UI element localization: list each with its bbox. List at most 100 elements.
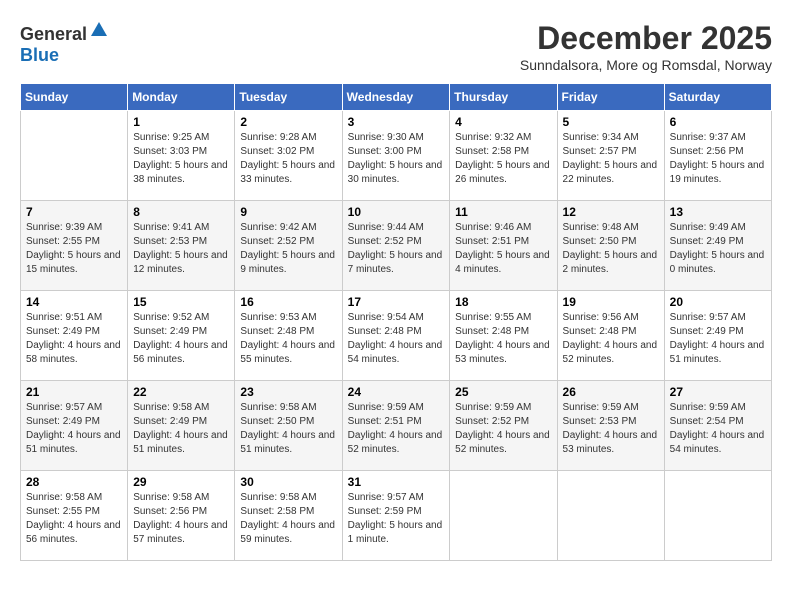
day-info: Sunrise: 9:57 AM Sunset: 2:49 PM Dayligh… — [26, 401, 122, 457]
day-info: Sunrise: 9:57 AM Sunset: 2:49 PM Dayligh… — [670, 311, 766, 367]
day-info: Sunrise: 9:59 AM Sunset: 2:54 PM Dayligh… — [670, 401, 766, 457]
day-info: Sunrise: 9:44 AM Sunset: 2:52 PM Dayligh… — [348, 221, 445, 277]
calendar-cell: 1 Sunrise: 9:25 AM Sunset: 3:03 PM Daylig… — [128, 111, 235, 201]
calendar-cell: 30 Sunrise: 9:58 AM Sunset: 2:58 PM Dayli… — [235, 471, 342, 561]
day-number: 2 — [240, 115, 336, 129]
calendar-cell: 7Sunrise: 9:39 AM Sunset: 2:55 PM Daylig… — [21, 201, 128, 291]
day-number: 22 — [133, 385, 229, 399]
calendar-cell — [664, 471, 771, 561]
day-number: 23 — [240, 385, 336, 399]
calendar-cell: 19 Sunrise: 9:56 AM Sunset: 2:48 PM Dayli… — [557, 291, 664, 381]
day-info: Sunrise: 9:51 AM Sunset: 2:49 PM Dayligh… — [26, 311, 122, 367]
calendar-cell: 9 Sunrise: 9:42 AM Sunset: 2:52 PM Daylig… — [235, 201, 342, 291]
day-number: 17 — [348, 295, 445, 309]
calendar-cell: 6Sunrise: 9:37 AM Sunset: 2:56 PM Daylig… — [664, 111, 771, 201]
weekday-header-monday: Monday — [128, 84, 235, 111]
calendar-cell: 15 Sunrise: 9:52 AM Sunset: 2:49 PM Dayli… — [128, 291, 235, 381]
day-number: 20 — [670, 295, 766, 309]
calendar-cell: 12Sunrise: 9:48 AM Sunset: 2:50 PM Dayli… — [557, 201, 664, 291]
week-row-2: 7Sunrise: 9:39 AM Sunset: 2:55 PM Daylig… — [21, 201, 772, 291]
day-number: 18 — [455, 295, 551, 309]
calendar-cell — [21, 111, 128, 201]
week-row-5: 28Sunrise: 9:58 AM Sunset: 2:55 PM Dayli… — [21, 471, 772, 561]
day-number: 1 — [133, 115, 229, 129]
day-number: 27 — [670, 385, 766, 399]
day-info: Sunrise: 9:57 AM Sunset: 2:59 PM Dayligh… — [348, 491, 445, 547]
calendar-cell: 3 Sunrise: 9:30 AM Sunset: 3:00 PM Daylig… — [342, 111, 450, 201]
week-row-3: 14Sunrise: 9:51 AM Sunset: 2:49 PM Dayli… — [21, 291, 772, 381]
calendar-cell: 25Sunrise: 9:59 AM Sunset: 2:52 PM Dayli… — [450, 381, 557, 471]
day-number: 8 — [133, 205, 229, 219]
day-number: 30 — [240, 475, 336, 489]
calendar-cell: 2 Sunrise: 9:28 AM Sunset: 3:02 PM Daylig… — [235, 111, 342, 201]
day-info: Sunrise: 9:25 AM Sunset: 3:03 PM Dayligh… — [133, 131, 229, 187]
calendar-cell: 10Sunrise: 9:44 AM Sunset: 2:52 PM Dayli… — [342, 201, 450, 291]
title-area: December 2025 Sunndalsora, More og Romsd… — [520, 20, 772, 73]
day-number: 3 — [348, 115, 445, 129]
day-info: Sunrise: 9:59 AM Sunset: 2:52 PM Dayligh… — [455, 401, 551, 457]
day-number: 31 — [348, 475, 445, 489]
day-number: 24 — [348, 385, 445, 399]
day-info: Sunrise: 9:42 AM Sunset: 2:52 PM Dayligh… — [240, 221, 336, 277]
calendar-cell: 13 Sunrise: 9:49 AM Sunset: 2:49 PM Dayli… — [664, 201, 771, 291]
day-number: 26 — [563, 385, 659, 399]
calendar-cell: 8 Sunrise: 9:41 AM Sunset: 2:53 PM Daylig… — [128, 201, 235, 291]
header: General Blue December 2025 Sunndalsora, … — [20, 20, 772, 73]
day-number: 13 — [670, 205, 766, 219]
day-info: Sunrise: 9:49 AM Sunset: 2:49 PM Dayligh… — [670, 221, 766, 277]
day-number: 12 — [563, 205, 659, 219]
day-info: Sunrise: 9:59 AM Sunset: 2:53 PM Dayligh… — [563, 401, 659, 457]
month-title: December 2025 — [520, 20, 772, 57]
calendar-cell: 23 Sunrise: 9:58 AM Sunset: 2:50 PM Dayli… — [235, 381, 342, 471]
day-info: Sunrise: 9:30 AM Sunset: 3:00 PM Dayligh… — [348, 131, 445, 187]
calendar-cell: 27 Sunrise: 9:59 AM Sunset: 2:54 PM Dayli… — [664, 381, 771, 471]
day-number: 9 — [240, 205, 336, 219]
day-info: Sunrise: 9:59 AM Sunset: 2:51 PM Dayligh… — [348, 401, 445, 457]
day-number: 29 — [133, 475, 229, 489]
day-info: Sunrise: 9:53 AM Sunset: 2:48 PM Dayligh… — [240, 311, 336, 367]
calendar-cell: 20 Sunrise: 9:57 AM Sunset: 2:49 PM Dayli… — [664, 291, 771, 381]
calendar-table: SundayMondayTuesdayWednesdayThursdayFrid… — [20, 83, 772, 561]
calendar-cell: 5Sunrise: 9:34 AM Sunset: 2:57 PM Daylig… — [557, 111, 664, 201]
day-info: Sunrise: 9:46 AM Sunset: 2:51 PM Dayligh… — [455, 221, 551, 277]
calendar-cell: 17 Sunrise: 9:54 AM Sunset: 2:48 PM Dayli… — [342, 291, 450, 381]
logo-general: General — [20, 24, 87, 44]
location-title: Sunndalsora, More og Romsdal, Norway — [520, 57, 772, 73]
calendar-cell — [450, 471, 557, 561]
day-info: Sunrise: 9:52 AM Sunset: 2:49 PM Dayligh… — [133, 311, 229, 367]
calendar-cell: 4 Sunrise: 9:32 AM Sunset: 2:58 PM Daylig… — [450, 111, 557, 201]
weekday-header-friday: Friday — [557, 84, 664, 111]
day-info: Sunrise: 9:54 AM Sunset: 2:48 PM Dayligh… — [348, 311, 445, 367]
calendar-cell: 21Sunrise: 9:57 AM Sunset: 2:49 PM Dayli… — [21, 381, 128, 471]
calendar-cell — [557, 471, 664, 561]
day-info: Sunrise: 9:28 AM Sunset: 3:02 PM Dayligh… — [240, 131, 336, 187]
weekday-header-thursday: Thursday — [450, 84, 557, 111]
day-info: Sunrise: 9:58 AM Sunset: 2:50 PM Dayligh… — [240, 401, 336, 457]
day-number: 19 — [563, 295, 659, 309]
calendar-cell: 28Sunrise: 9:58 AM Sunset: 2:55 PM Dayli… — [21, 471, 128, 561]
calendar-cell: 11 Sunrise: 9:46 AM Sunset: 2:51 PM Dayli… — [450, 201, 557, 291]
day-info: Sunrise: 9:58 AM Sunset: 2:58 PM Dayligh… — [240, 491, 336, 547]
day-info: Sunrise: 9:56 AM Sunset: 2:48 PM Dayligh… — [563, 311, 659, 367]
day-info: Sunrise: 9:41 AM Sunset: 2:53 PM Dayligh… — [133, 221, 229, 277]
day-number: 15 — [133, 295, 229, 309]
calendar-cell: 16 Sunrise: 9:53 AM Sunset: 2:48 PM Dayli… — [235, 291, 342, 381]
day-info: Sunrise: 9:32 AM Sunset: 2:58 PM Dayligh… — [455, 131, 551, 187]
day-info: Sunrise: 9:34 AM Sunset: 2:57 PM Dayligh… — [563, 131, 659, 187]
calendar-cell: 22Sunrise: 9:58 AM Sunset: 2:49 PM Dayli… — [128, 381, 235, 471]
weekday-header-tuesday: Tuesday — [235, 84, 342, 111]
day-number: 4 — [455, 115, 551, 129]
weekday-header-row: SundayMondayTuesdayWednesdayThursdayFrid… — [21, 84, 772, 111]
weekday-header-sunday: Sunday — [21, 84, 128, 111]
day-number: 16 — [240, 295, 336, 309]
day-number: 7 — [26, 205, 122, 219]
day-info: Sunrise: 9:55 AM Sunset: 2:48 PM Dayligh… — [455, 311, 551, 367]
calendar-cell: 18 Sunrise: 9:55 AM Sunset: 2:48 PM Dayli… — [450, 291, 557, 381]
day-number: 28 — [26, 475, 122, 489]
day-number: 11 — [455, 205, 551, 219]
calendar-cell: 14Sunrise: 9:51 AM Sunset: 2:49 PM Dayli… — [21, 291, 128, 381]
day-info: Sunrise: 9:58 AM Sunset: 2:56 PM Dayligh… — [133, 491, 229, 547]
calendar-cell: 31 Sunrise: 9:57 AM Sunset: 2:59 PM Dayli… — [342, 471, 450, 561]
calendar-cell: 26 Sunrise: 9:59 AM Sunset: 2:53 PM Dayli… — [557, 381, 664, 471]
calendar-cell: 29 Sunrise: 9:58 AM Sunset: 2:56 PM Dayli… — [128, 471, 235, 561]
